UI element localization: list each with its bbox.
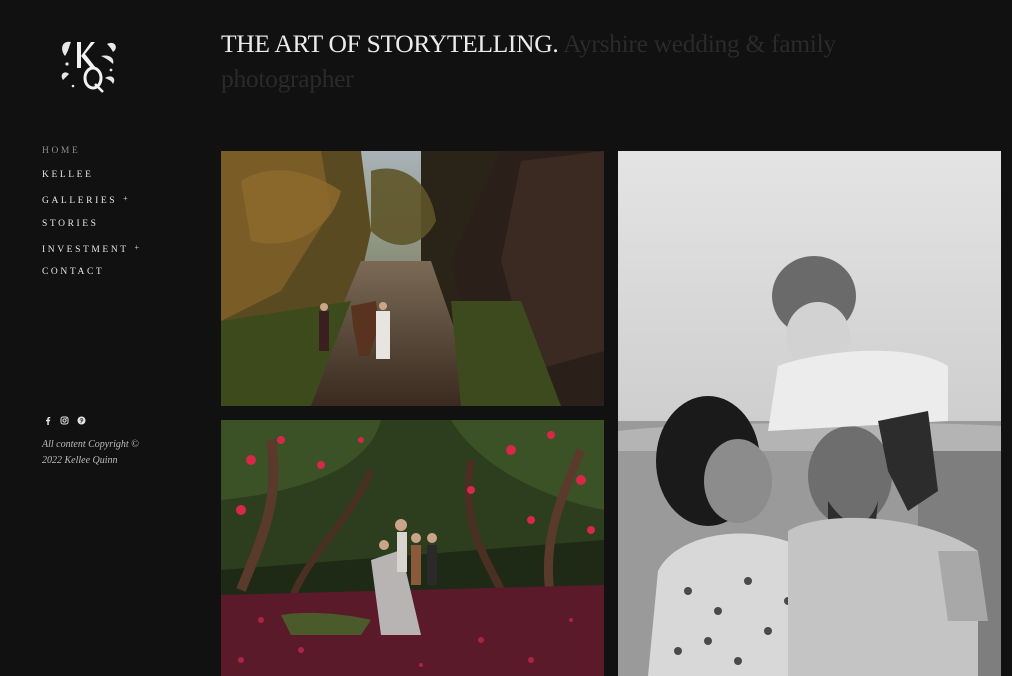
monogram-logo-icon <box>61 41 116 93</box>
pinterest-icon[interactable] <box>77 415 86 425</box>
sidebar: HOME KELLEE GALLERIES + STORIES INVESTME… <box>0 0 210 676</box>
monogram-logo[interactable] <box>55 34 121 94</box>
copyright-notice: All content Copyright © 2022 Kellee Quin… <box>42 437 162 469</box>
copyright-line-2: 2022 Kellee Quinn <box>42 455 118 466</box>
nav-galleries[interactable]: GALLERIES + <box>42 192 139 216</box>
headline-lead: THE ART OF STORYTELLING. <box>221 29 559 58</box>
nav-kellee-label: KELLEE <box>42 170 94 181</box>
page-headline: THE ART OF STORYTELLING. Ayrshire weddin… <box>221 26 861 96</box>
social-links <box>43 415 86 425</box>
gallery-photo-family-rhododendron[interactable] <box>221 420 604 676</box>
facebook-icon[interactable] <box>43 415 52 425</box>
instagram-icon[interactable] <box>60 415 69 425</box>
nav-kellee[interactable]: KELLEE <box>42 168 139 192</box>
nav-galleries-label: GALLERIES <box>42 196 118 207</box>
nav-home-label: HOME <box>42 146 81 156</box>
nav-stories[interactable]: STORIES <box>42 217 139 241</box>
nav-contact[interactable]: CONTACT <box>42 265 139 289</box>
nav-contact-label: CONTACT <box>42 266 105 277</box>
main-nav: HOME KELLEE GALLERIES + STORIES INVESTME… <box>42 144 139 289</box>
copyright-line-1: All content Copyright © <box>42 439 139 450</box>
investment-expand-icon: + <box>134 242 140 252</box>
gallery-photo-couple-horse[interactable] <box>221 151 604 406</box>
nav-home[interactable]: HOME <box>42 144 139 168</box>
galleries-expand-icon: + <box>123 194 128 204</box>
nav-investment[interactable]: INVESTMENT + <box>42 241 139 265</box>
nav-investment-label: INVESTMENT <box>42 244 129 255</box>
gallery-photo-family-portrait-bw[interactable] <box>618 151 1001 676</box>
nav-stories-label: STORIES <box>42 218 99 229</box>
